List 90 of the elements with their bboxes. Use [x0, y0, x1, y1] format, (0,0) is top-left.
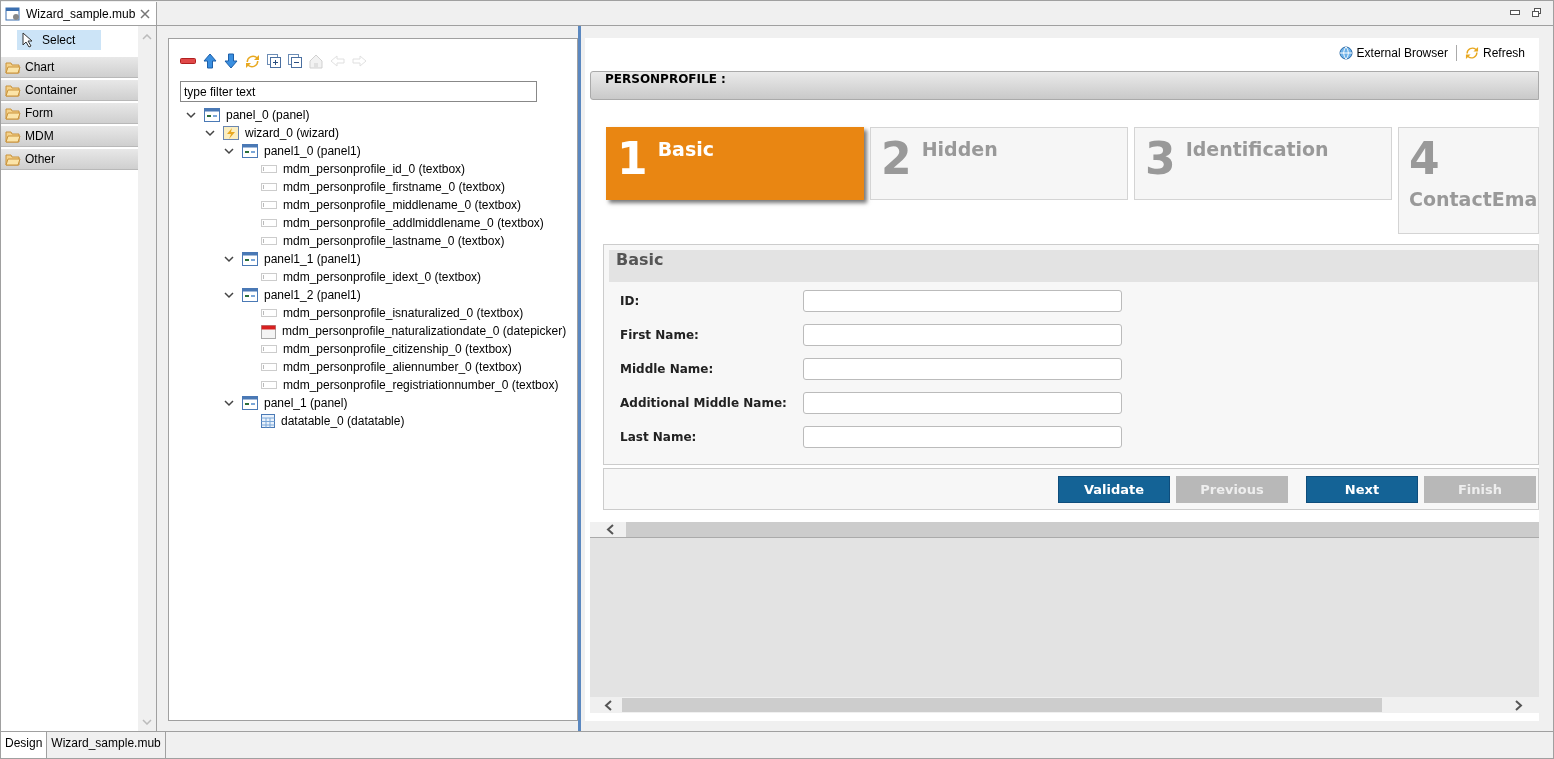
- folder-icon: [5, 83, 21, 97]
- textbox-icon: [261, 273, 277, 281]
- twisty-icon[interactable]: [205, 128, 215, 138]
- field-label: Last Name:: [620, 430, 698, 444]
- tree-item[interactable]: mdm_personprofile_idext_0 (textbox): [283, 270, 482, 284]
- globe-icon: [1338, 46, 1353, 60]
- tree-item[interactable]: mdm_personprofile_citizenship_0 (textbox): [283, 342, 512, 356]
- textbox-icon: [261, 201, 277, 209]
- palette-drawer[interactable]: Chart: [1, 57, 138, 78]
- panel-icon: [242, 288, 258, 302]
- field-label: Middle Name:: [620, 362, 715, 376]
- section-heading: Basic: [609, 250, 1538, 282]
- tree-item[interactable]: mdm_personprofile_aliennumber_0 (textbox): [283, 360, 522, 374]
- remove-icon[interactable]: [180, 58, 196, 64]
- tree-item[interactable]: panel1_0 (panel1): [264, 144, 361, 158]
- collapse-all-icon[interactable]: [288, 54, 302, 68]
- palette-drawer[interactable]: Container: [1, 80, 138, 101]
- tree-item[interactable]: wizard_0 (wizard): [245, 126, 340, 140]
- twisty-icon[interactable]: [224, 398, 234, 408]
- select-tool[interactable]: Select: [17, 30, 102, 50]
- input-field[interactable]: [803, 392, 1122, 414]
- view-tab[interactable]: Design: [1, 732, 48, 758]
- wizard-icon: [223, 126, 239, 140]
- palette-drawer[interactable]: Other: [1, 149, 138, 170]
- expand-all-icon[interactable]: [267, 54, 281, 68]
- textbox-icon: [261, 309, 277, 317]
- palette-drawer[interactable]: Form: [1, 103, 138, 124]
- textbox-icon: [261, 345, 277, 353]
- field-label: First Name:: [620, 328, 700, 342]
- field-label: ID:: [620, 294, 641, 308]
- file-icon: [5, 5, 21, 22]
- panel-icon: [242, 252, 258, 266]
- tree-item[interactable]: panel_0 (panel): [226, 108, 310, 122]
- tree-item[interactable]: mdm_personprofile_naturalizationdate_0 (datepicker): [282, 324, 567, 338]
- textbox-icon: [261, 381, 277, 389]
- tree-item[interactable]: mdm_personprofile_lastname_0 (textbox): [283, 234, 505, 248]
- minimize-icon[interactable]: [1510, 9, 1520, 16]
- folder-icon: [5, 152, 21, 166]
- folder-icon: [5, 129, 21, 143]
- palette-drawer[interactable]: MDM: [1, 126, 138, 147]
- scroll-right-icon[interactable]: [1515, 699, 1523, 711]
- scroll-left-icon[interactable]: [590, 522, 626, 537]
- tree-item[interactable]: mdm_personprofile_registriationnumber_0 (textbox): [283, 378, 559, 392]
- pointer-icon: [22, 32, 34, 48]
- twisty-icon[interactable]: [224, 290, 234, 300]
- textbox-icon: [261, 219, 277, 227]
- tree-item[interactable]: panel_1 (panel): [264, 396, 348, 410]
- panel-icon: [204, 108, 220, 122]
- tree-item[interactable]: mdm_personprofile_firstname_0 (textbox): [283, 180, 506, 194]
- editor-tab[interactable]: Wizard_sample.mub: [1, 2, 158, 25]
- textbox-icon: [261, 363, 277, 371]
- tree-item[interactable]: mdm_personprofile_isnaturalized_0 (textbox): [283, 306, 524, 320]
- tree-item[interactable]: mdm_personprofile_middlename_0 (textbox): [283, 198, 522, 212]
- twisty-icon[interactable]: [186, 110, 196, 120]
- panel-icon: [242, 144, 258, 158]
- input-field[interactable]: [803, 324, 1122, 346]
- calendar-icon: [261, 323, 276, 339]
- tree-item[interactable]: mdm_personprofile_id_0 (textbox): [283, 162, 466, 176]
- table-icon: [261, 414, 275, 428]
- field-label: Additional Middle Name:: [620, 396, 788, 410]
- textbox-icon: [261, 183, 277, 191]
- refresh-icon: [1464, 46, 1479, 60]
- view-tab[interactable]: Wizard_sample.mub: [47, 732, 166, 758]
- twisty-icon[interactable]: [224, 146, 234, 156]
- restore-icon[interactable]: [1532, 8, 1541, 17]
- toolbar-link[interactable]: Refresh: [1464, 46, 1525, 60]
- tree-item[interactable]: mdm_personprofile_addlmiddlename_0 (textbox): [283, 216, 544, 230]
- input-field[interactable]: [803, 426, 1122, 448]
- wizard-button[interactable]: Next: [1306, 475, 1418, 503]
- tree-item[interactable]: panel1_1 (panel1): [264, 252, 361, 266]
- panel-icon: [242, 396, 258, 410]
- filter-field[interactable]: type filter text: [180, 81, 537, 102]
- textbox-icon: [261, 237, 277, 245]
- textbox-icon: [261, 165, 277, 173]
- down-arrow-icon[interactable]: [224, 53, 238, 69]
- up-arrow-icon[interactable]: [203, 53, 217, 69]
- close-icon[interactable]: [140, 8, 151, 19]
- scroll-left-icon[interactable]: [604, 699, 612, 711]
- folder-icon: [5, 106, 21, 120]
- page-title: PERSONPROFILE :: [590, 71, 1539, 100]
- scrollbar[interactable]: [590, 697, 1539, 713]
- folder-icon: [5, 60, 21, 74]
- twisty-icon[interactable]: [224, 254, 234, 264]
- input-field[interactable]: [803, 290, 1122, 312]
- wizard-button[interactable]: Validate: [1058, 475, 1170, 503]
- toolbar-link[interactable]: External Browser: [1338, 46, 1448, 60]
- tree-item[interactable]: panel1_2 (panel1): [264, 288, 361, 302]
- scrollbar[interactable]: [590, 522, 1539, 537]
- input-field[interactable]: [803, 358, 1122, 380]
- tree-item[interactable]: datatable_0 (datatable): [281, 414, 405, 428]
